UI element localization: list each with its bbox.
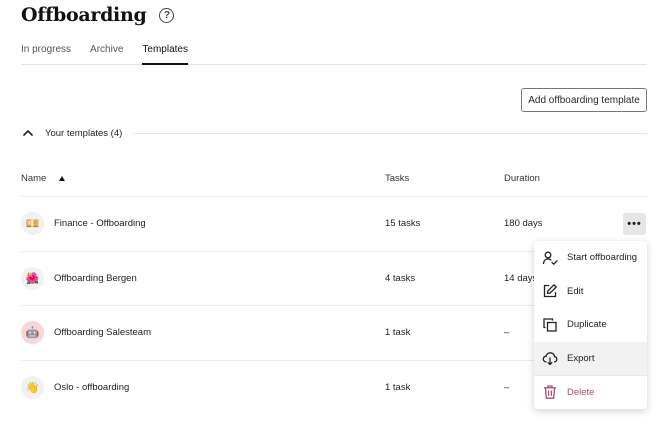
column-header-duration: Duration [504, 172, 540, 184]
tab-bar: In progress Archive Templates [21, 44, 647, 65]
template-tasks: 1 task [385, 327, 411, 339]
more-options-button[interactable]: ••• [623, 213, 646, 235]
chevron-up-icon[interactable] [21, 126, 35, 140]
tab-templates[interactable]: Templates [142, 44, 188, 65]
section-divider [134, 132, 647, 134]
row-name-cell: 🤖 Offboarding Salesteam [21, 321, 385, 345]
template-emoji: 💴 [21, 212, 44, 236]
menu-item-label: Export [567, 352, 595, 364]
menu-item-start-offboarding[interactable]: Start offboarding [534, 241, 647, 275]
template-name: Finance - Offboarding [54, 218, 146, 230]
add-offboarding-template-button[interactable]: Add offboarding template [521, 88, 647, 112]
edit-icon [543, 284, 557, 298]
menu-item-label: Delete [567, 386, 595, 398]
menu-item-export[interactable]: Export [534, 341, 647, 375]
template-name: Offboarding Bergen [54, 272, 137, 284]
column-header-tasks: Tasks [385, 172, 410, 184]
table-header: Name Tasks Duration [21, 160, 647, 197]
templates-section-header: Your templates (4) [21, 124, 647, 142]
row-name-cell: 👋 Oslo - offboarding [21, 376, 385, 400]
tab-in-progress[interactable]: In progress [21, 44, 71, 65]
menu-item-label: Edit [567, 285, 584, 297]
page-title: Offboarding [21, 4, 147, 26]
template-tasks: 4 tasks [385, 272, 416, 284]
user-check-icon [542, 251, 558, 265]
template-emoji: 👋 [21, 376, 44, 400]
column-name-label: Name [21, 172, 47, 184]
template-emoji: 🌺 [21, 266, 44, 290]
tab-archive[interactable]: Archive [90, 44, 123, 65]
menu-item-label: Start offboarding [567, 252, 638, 264]
column-header-name[interactable]: Name [21, 173, 385, 184]
row-name-cell: 🌺 Offboarding Bergen [21, 266, 385, 290]
duplicate-icon [543, 318, 557, 332]
sort-ascending-icon [59, 175, 66, 181]
template-name: Oslo - offboarding [54, 382, 130, 394]
section-label: Your templates (4) [45, 127, 123, 139]
template-tasks: 15 tasks [385, 218, 421, 230]
menu-item-edit[interactable]: Edit [534, 275, 647, 309]
help-icon[interactable]: ? [159, 7, 175, 23]
template-tasks: 1 task [385, 382, 411, 394]
row-actions-menu: Start offboarding Edit Duplicate Export [534, 241, 647, 409]
template-duration: 180 days [504, 218, 543, 230]
menu-item-label: Duplicate [567, 319, 607, 331]
page-header: Offboarding ? [21, 4, 175, 26]
trash-icon [544, 385, 556, 400]
menu-item-duplicate[interactable]: Duplicate [534, 308, 647, 342]
cloud-download-icon [542, 352, 558, 366]
row-name-cell: 💴 Finance - Offboarding [21, 212, 385, 236]
template-name: Offboarding Salesteam [54, 327, 151, 339]
template-emoji: 🤖 [21, 321, 44, 345]
menu-item-delete[interactable]: Delete [534, 375, 647, 409]
